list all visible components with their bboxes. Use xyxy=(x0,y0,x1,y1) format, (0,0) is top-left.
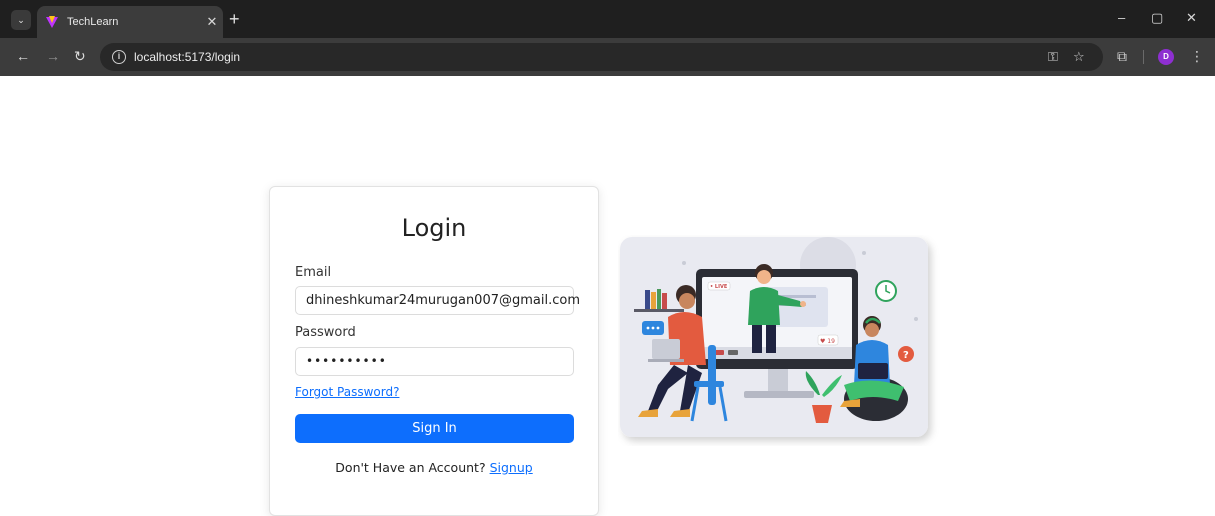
forgot-password-link[interactable]: Forgot Password? xyxy=(295,385,399,399)
site-info-icon[interactable]: i xyxy=(112,50,126,64)
window-close-icon[interactable]: ✕ xyxy=(1186,11,1197,25)
signup-prompt-row: Don't Have an Account? Signup xyxy=(270,460,598,475)
back-icon[interactable]: ← xyxy=(16,48,30,64)
restore-icon[interactable]: ▢ xyxy=(1151,11,1163,25)
extensions-icon[interactable]: ⧉ xyxy=(1117,48,1127,64)
password-field[interactable]: •••••••••• xyxy=(295,347,574,376)
browser-tab[interactable]: TechLearn ✕ xyxy=(37,6,223,38)
page-title: Login xyxy=(401,214,467,242)
login-card: Login Email dhineshkumar24murugan007@gma… xyxy=(269,186,599,516)
email-field[interactable]: dhineshkumar24murugan007@gmail.com xyxy=(295,286,580,315)
svg-text:?: ? xyxy=(903,350,909,361)
address-bar[interactable]: i localhost:5173/login ⚿ ☆ xyxy=(100,43,1103,71)
reload-icon[interactable]: ↻ xyxy=(74,48,86,64)
signup-link[interactable]: Signup xyxy=(490,460,533,475)
browser-tab-bar: ⌄ TechLearn ✕ + – ▢ ✕ xyxy=(0,0,1215,38)
tab-title: TechLearn xyxy=(67,16,119,28)
live-badge: • LIVE xyxy=(710,284,728,290)
close-icon[interactable]: ✕ xyxy=(201,14,223,30)
sign-in-button[interactable]: Sign In xyxy=(295,414,574,443)
signup-prompt-text: Don't Have an Account? xyxy=(335,460,486,475)
more-menu-icon[interactable]: ⋮ xyxy=(1190,48,1204,64)
new-tab-icon[interactable]: + xyxy=(229,10,240,28)
bookmark-star-icon[interactable]: ☆ xyxy=(1073,49,1085,65)
like-counter-badge: ♥ 19 xyxy=(820,338,835,345)
email-label: Email xyxy=(295,265,332,280)
password-key-icon[interactable]: ⚿ xyxy=(1048,49,1058,65)
toolbar-divider xyxy=(1143,50,1144,64)
online-learning-illustration: ♥ 19 • LIVE ? xyxy=(620,237,928,437)
tab-menu-icon[interactable]: ⌄ xyxy=(11,10,31,30)
techlearn-favicon-icon xyxy=(46,16,58,28)
profile-avatar[interactable]: D xyxy=(1158,49,1174,65)
minimize-icon[interactable]: – xyxy=(1118,11,1125,25)
forward-icon[interactable]: → xyxy=(46,48,60,64)
password-label: Password xyxy=(295,325,356,340)
url-text[interactable]: localhost:5173/login xyxy=(134,50,240,64)
browser-toolbar: ← → ↻ i localhost:5173/login ⚿ ☆ ⧉ D ⋮ xyxy=(0,38,1215,76)
